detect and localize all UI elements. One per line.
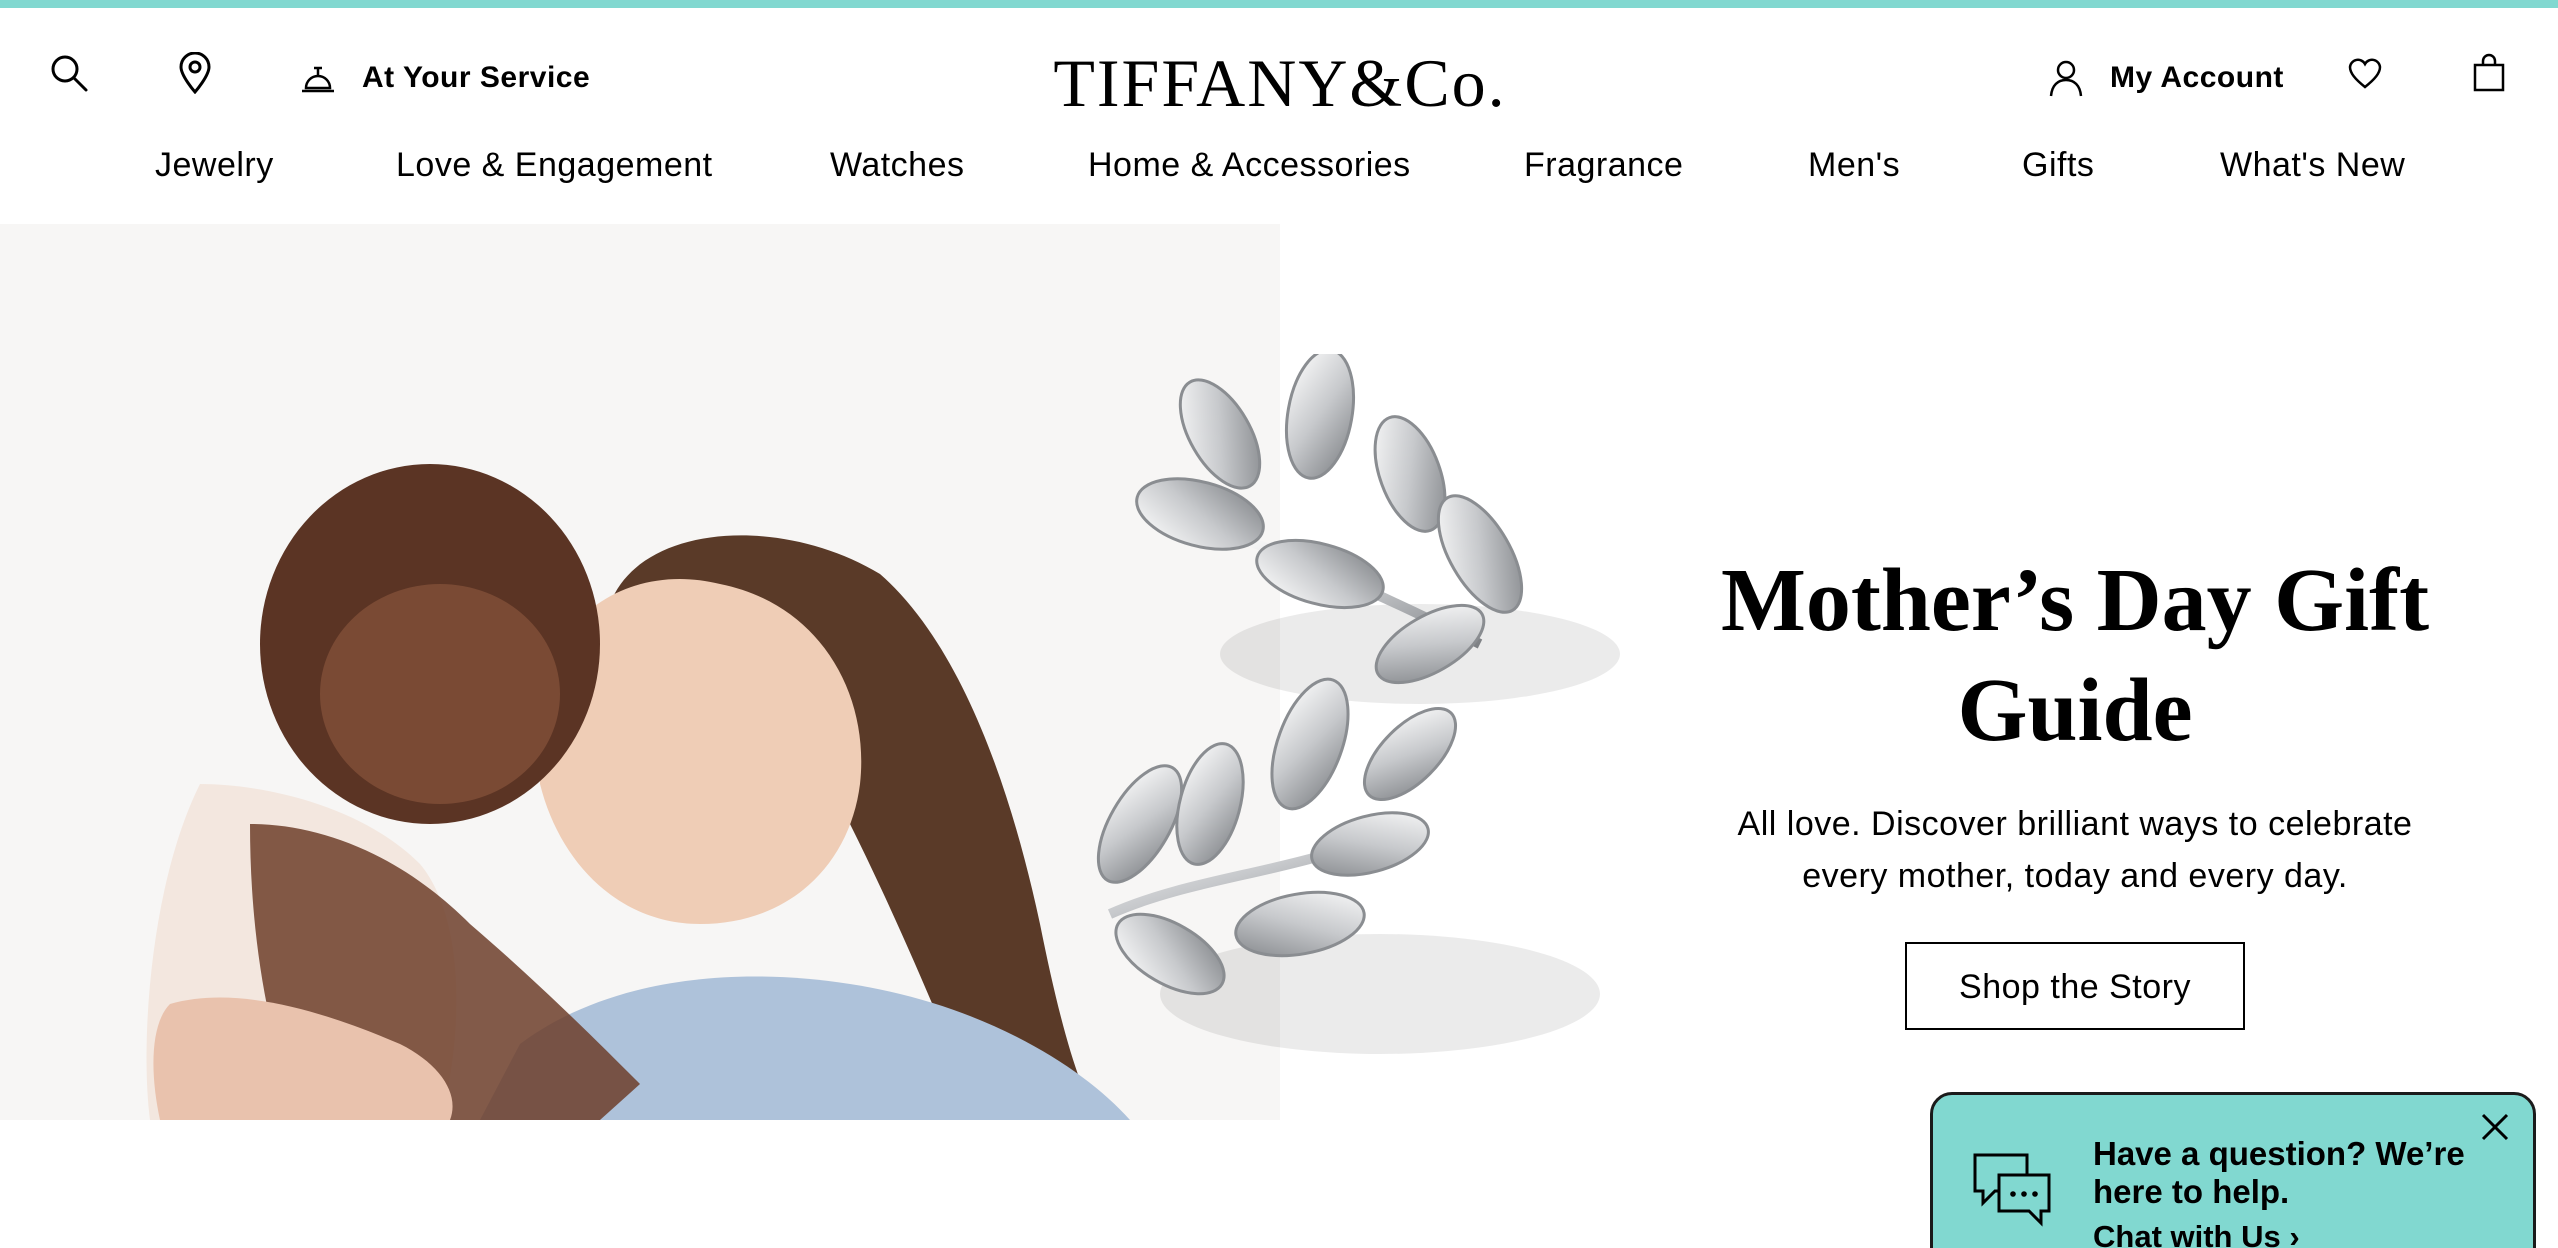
chat-title: Have a question? We’re here to help.	[2093, 1135, 2465, 1210]
user-icon	[2044, 56, 2088, 100]
hero-copy: Mother’s Day Gift Guide All love. Discov…	[1700, 546, 2450, 1030]
hero-product-leaf-earrings[interactable]	[1080, 348, 1720, 1134]
at-your-service-link[interactable]: At Your Service	[296, 56, 590, 100]
tiffany-logo[interactable]: TIFFANY&Co.	[1053, 38, 1504, 128]
chat-with-us-link[interactable]: Chat with Us ›	[2093, 1219, 2300, 1248]
hero-banner: Mother’s Day Gift Guide All love. Discov…	[0, 224, 2558, 1120]
nav-item-love-engagement[interactable]: Love & Engagement	[396, 146, 713, 185]
shopping-bag-icon[interactable]	[2464, 48, 2514, 98]
nav-item-jewelry[interactable]: Jewelry	[155, 146, 274, 185]
at-your-service-label: At Your Service	[362, 61, 591, 94]
service-bell-icon	[296, 56, 340, 100]
map-pin-icon[interactable]	[170, 48, 220, 98]
chat-bubbles-icon	[1971, 1151, 2053, 1227]
nav-item-fragrance[interactable]: Fragrance	[1524, 146, 1683, 185]
nav-item-whats-new[interactable]: What's New	[2220, 146, 2405, 185]
nav-item-gifts[interactable]: Gifts	[2022, 146, 2094, 185]
utility-bar: At Your Service TIFFANY&Co. My Account	[0, 8, 2558, 138]
search-icon[interactable]	[44, 48, 94, 98]
main-nav: Jewelry Love & Engagement Watches Home &…	[0, 138, 2558, 224]
shop-the-story-button[interactable]: Shop the Story	[1905, 942, 2245, 1030]
chat-widget[interactable]: Have a question? We’re here to help. Cha…	[1930, 1092, 2536, 1248]
close-icon[interactable]	[2475, 1107, 2515, 1147]
hero-title: Mother’s Day Gift Guide	[1720, 551, 2430, 760]
nav-item-mens[interactable]: Men's	[1808, 146, 1900, 185]
hero-description: All love. Discover brilliant ways to cel…	[1737, 805, 2413, 895]
nav-item-watches[interactable]: Watches	[830, 146, 965, 185]
heart-icon[interactable]	[2340, 48, 2390, 98]
my-account-label: My Account	[2110, 61, 2284, 94]
nav-item-home-accessories[interactable]: Home & Accessories	[1088, 146, 1411, 185]
my-account-link[interactable]: My Account	[2044, 56, 2284, 100]
top-accent-bar	[0, 0, 2558, 8]
